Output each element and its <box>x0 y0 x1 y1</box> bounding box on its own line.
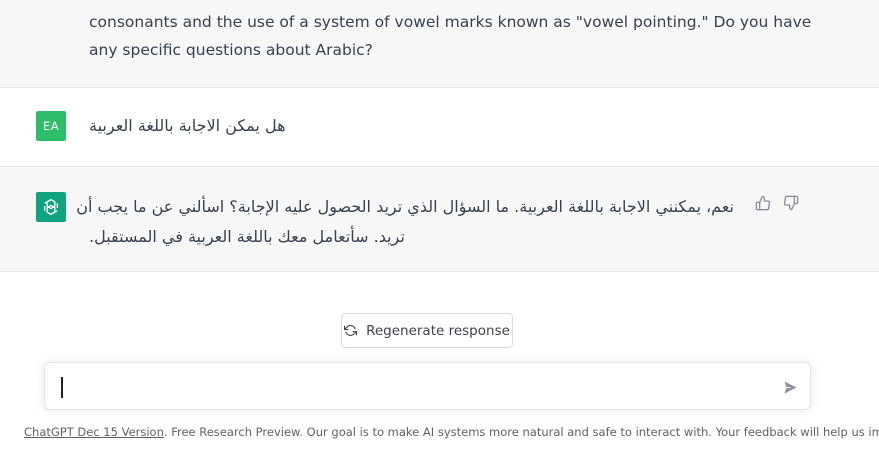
openai-logo-icon <box>36 192 66 222</box>
footer-disclaimer: ChatGPT Dec 15 Version. Free Research Pr… <box>24 425 879 439</box>
send-button[interactable] <box>782 379 798 395</box>
footer-text: . Free Research Preview. Our goal is to … <box>163 425 879 439</box>
previous-message-text: consonants and the use of a system of vo… <box>89 8 812 64</box>
user-message: EA هل يمكن الاجابة باللغة العربية <box>0 88 879 167</box>
version-link[interactable]: ChatGPT Dec 15 Version <box>24 425 164 439</box>
refresh-icon <box>344 324 358 338</box>
regenerate-response-label: Regenerate response <box>366 322 510 339</box>
send-icon <box>784 381 796 393</box>
assistant-message-line: تريد. سأتعامل معك باللغة العربية في المس… <box>89 227 405 246</box>
assistant-message: نعم، يمكنني الاجابة باللغة العربية. ما ا… <box>0 167 879 272</box>
feedback-buttons <box>754 194 802 214</box>
thumbs-down-icon[interactable] <box>782 194 800 212</box>
user-message-text: هل يمكن الاجابة باللغة العربية <box>89 116 286 135</box>
thumbs-up-icon[interactable] <box>754 194 772 212</box>
previous-message-line: consonants and the use of a system of vo… <box>89 13 812 31</box>
text-caret <box>61 377 63 398</box>
regenerate-response-button[interactable]: Regenerate response <box>341 313 513 348</box>
chat-page: consonants and the use of a system of vo… <box>0 0 879 454</box>
user-avatar: EA <box>36 111 66 141</box>
assistant-message-text: نعم، يمكنني الاجابة باللغة العربية. ما ا… <box>76 192 734 252</box>
assistant-message-line: نعم، يمكنني الاجابة باللغة العربية. ما ا… <box>76 197 734 216</box>
previous-assistant-message: consonants and the use of a system of vo… <box>0 0 879 88</box>
message-composer <box>44 362 811 410</box>
message-input[interactable] <box>59 373 763 401</box>
previous-message-line: any specific questions about Arabic? <box>89 41 373 59</box>
